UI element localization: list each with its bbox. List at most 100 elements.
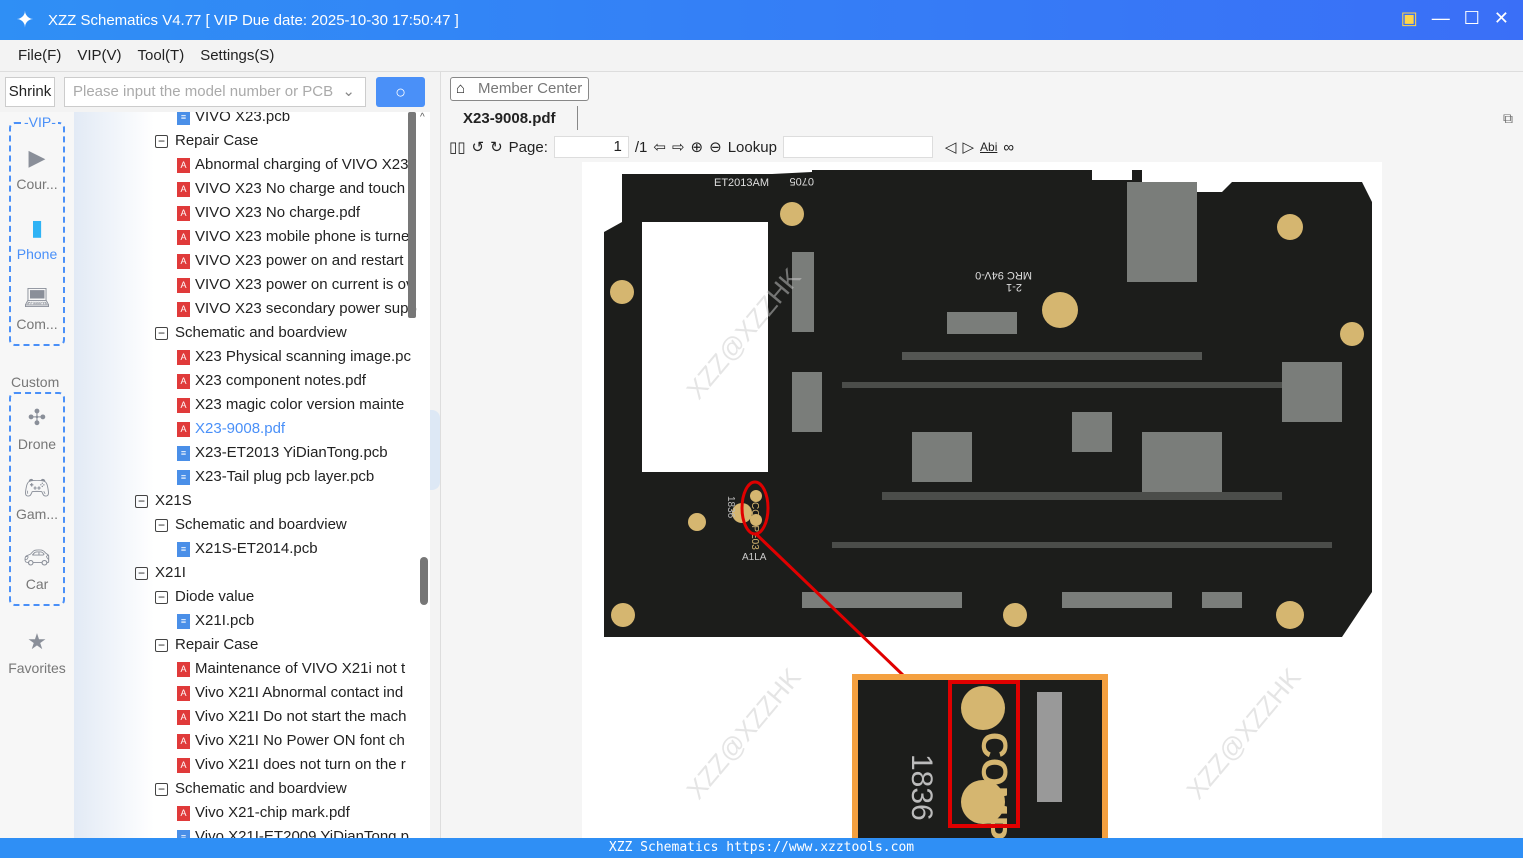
tab-document[interactable]: X23-9008.pdf [463,110,556,127]
minimize-button[interactable]: — [1432,8,1450,29]
tree-item[interactable]: A VIVO X23 No charge.pdf [177,201,360,225]
tree-item[interactable]: − Schematic and boardview [155,513,347,537]
collapse-icon[interactable]: − [155,782,168,796]
nav-favorites[interactable]: ★ Favorites [0,628,74,676]
tree-item-label: VIVO X23 secondary power supp [195,300,417,317]
tree-item[interactable]: A Vivo X21-chip mark.pdf [177,801,350,825]
pdf-file-icon: A [177,685,190,701]
tree-item-label: Vivo X21I-ET2009 YiDianTong.p [195,828,410,838]
tree-item-label: X23-ET2013 YiDianTong.pcb [195,444,388,461]
lookup-input[interactable] [782,136,933,158]
tree-item[interactable]: A VIVO X23 No charge and touch [177,177,405,201]
page-input[interactable]: 1 [553,136,629,158]
window-title: XZZ Schematics V4.77 [ VIP Due date: 202… [48,11,459,29]
tree-item[interactable]: A X23-9008.pdf [177,417,285,441]
collapse-icon[interactable]: − [135,566,148,580]
pdf-file-icon: A [177,397,190,413]
binoculars-icon[interactable]: ∞ [1003,139,1014,156]
nav-computer[interactable]: 💻︎ Com... [0,284,74,332]
tree-item[interactable]: A X23 component notes.pdf [177,369,366,393]
find-prev-icon[interactable]: ◁ [945,138,957,156]
tree-item-label: Vivo X21I Do not start the mach [195,708,407,725]
zoom-in-icon[interactable]: ⊕ [691,138,704,156]
tree-item[interactable]: A VIVO X23 mobile phone is turne [177,225,409,249]
pcb-file-icon: ≡ [177,613,190,629]
search-button[interactable]: ○ [376,77,425,107]
nav-car[interactable]: 🚗︎ Car [0,544,74,592]
nav-course[interactable]: ▶ Cour... [0,144,74,192]
tree-item[interactable]: − Diode value [155,585,254,609]
tree-item[interactable]: A VIVO X23 power on and restart [177,249,403,273]
shrink-button[interactable]: Shrink [5,77,55,107]
tree-scrollbar[interactable]: ^ [408,112,430,838]
tree-item[interactable]: ≡ X21I.pcb [177,609,254,633]
tree-item-label: VIVO X23 No charge and touch [195,180,406,197]
rotate-left-icon[interactable]: ↺ [472,138,485,156]
tree-item[interactable]: − Schematic and boardview [155,321,347,345]
close-tab-icon[interactable]: ⧉ [1503,110,1513,127]
close-button[interactable]: ✕ [1494,8,1509,29]
collapse-icon[interactable]: − [155,134,168,148]
tree-item-label: Diode value [175,588,255,605]
tree-item[interactable]: − X21S [135,489,192,513]
collapse-icon[interactable]: − [135,494,148,508]
tree-item[interactable]: − X21I [135,561,186,585]
board-label-mrc: MRC 94V-0 [975,269,1032,281]
tree-item[interactable]: ≡ X21S-ET2014.pcb [177,537,318,561]
pdf-file-icon: A [177,205,190,221]
two-page-icon[interactable]: ▯▯ [449,138,466,156]
tree-item[interactable]: A Vivo X21I Do not start the mach [177,705,407,729]
tree-item[interactable]: A VIVO X23 power on current is ov [177,273,413,297]
zoom-pad-2 [961,780,1005,824]
tree-item[interactable]: − Repair Case [155,633,258,657]
tree-item[interactable]: ≡ X23-ET2013 YiDianTong.pcb [177,441,388,465]
tree-item[interactable]: A Vivo X21I No Power ON font ch [177,729,405,753]
collapse-icon[interactable]: − [155,326,168,340]
tree-item-label: Repair Case [175,636,259,653]
pdf-file-icon: A [177,757,190,773]
find-next-icon[interactable]: ▷ [962,138,974,156]
tree-item[interactable]: A Vivo X21I does not turn on the r [177,753,406,777]
prev-page-icon[interactable]: ⇦ [653,138,666,156]
status-footer: XZZ Schematics https://www.xzztools.com [0,838,1523,858]
tree-item-label: VIVO X23 No charge.pdf [195,204,361,221]
pdf-file-icon: A [177,709,190,725]
tree-hscroll-left[interactable] [408,112,416,318]
menu-file[interactable]: File(F) [18,47,61,64]
vip-bag-icon[interactable]: ▣ [1401,8,1418,29]
nav-game[interactable]: 🎮︎ Gam... [0,474,74,522]
rotate-right-icon[interactable]: ↻ [490,138,503,156]
collapse-icon[interactable]: − [155,638,168,652]
next-page-icon[interactable]: ⇨ [672,138,685,156]
tree-item[interactable]: A VIVO X23 secondary power supp [177,297,417,321]
tree-item[interactable]: A Maintenance of VIVO X21i not t [177,657,405,681]
board-label-layer: 2-1 [1006,281,1022,293]
nav-phone[interactable]: ▮ Phone [0,214,74,262]
menu-tool[interactable]: Tool(T) [138,47,185,64]
menu-vip[interactable]: VIP(V) [77,47,121,64]
tree-item[interactable]: A Abnormal charging of VIVO X23 [177,153,408,177]
tree-item[interactable]: A X23 magic color version mainte [177,393,404,417]
tab-divider [577,106,578,130]
collapse-icon[interactable]: − [155,518,168,532]
match-case-button[interactable]: Abi [980,140,997,154]
tree-item[interactable]: A X23 Physical scanning image.pc [177,345,411,369]
tree-item-label: Vivo X21I does not turn on the r [195,756,406,773]
tree-item[interactable]: A Vivo X21I Abnormal contact ind [177,681,403,705]
maximize-button[interactable]: ☐ [1464,8,1480,29]
tree-item[interactable]: − Repair Case [155,129,258,153]
chevron-down-icon[interactable]: ⌄ [342,78,355,106]
tree-item[interactable]: ≡ VIVO X23.pcb [177,112,290,129]
tree-item[interactable]: ≡ X23-Tail plug pcb layer.pcb [177,465,374,489]
member-center-button[interactable]: ⌂ Member Center [450,77,589,101]
collapse-panel-handle[interactable] [430,410,440,490]
pdf-toolbar: ▯▯ ↺ ↻ Page: 1 /1 ⇦ ⇨ ⊕ ⊖ Lookup ◁ ▷ Abi… [441,134,1523,160]
tree-scroll-thumb[interactable] [420,557,428,605]
nav-drone[interactable]: ✣ Drone [0,404,74,452]
tree-item[interactable]: − Schematic and boardview [155,777,347,801]
tree-item[interactable]: ≡ Vivo X21I-ET2009 YiDianTong.p [177,825,409,838]
zoom-out-icon[interactable]: ⊖ [709,138,722,156]
model-search-input[interactable]: Please input the model number or PCB ⌄ [64,77,366,107]
menu-settings[interactable]: Settings(S) [200,47,274,64]
collapse-icon[interactable]: − [155,590,168,604]
